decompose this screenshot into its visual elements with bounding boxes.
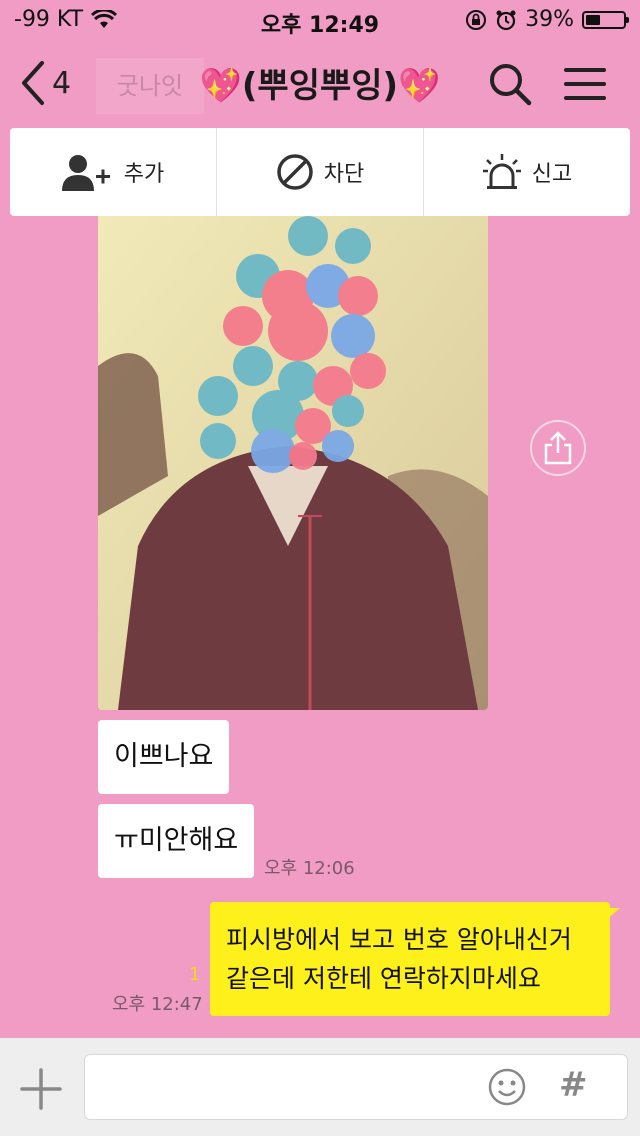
plus-icon[interactable] [20,1068,62,1110]
outgoing-message[interactable]: 피시방에서 보고 번호 알아내신거 같은데 저한테 연락하지마세요 [210,902,620,1016]
add-friend-label: 추가 [123,162,165,187]
input-bar: # [0,1038,640,1136]
block-icon [277,154,313,190]
search-icon[interactable] [488,62,532,106]
heart-emoji-right: 💖 [398,66,441,106]
message-timestamp: 오후 12:06 [264,858,355,879]
menu-icon[interactable] [562,66,608,102]
block-label: 차단 [323,162,365,187]
outgoing-timestamp: 오후 12:47 [112,994,203,1015]
hashtag-search-button[interactable]: # [559,1065,588,1105]
share-icon [544,431,572,465]
battery-percent: 39% [525,7,574,32]
status-right: 39% [465,7,629,32]
emoticon-icon[interactable] [487,1067,527,1107]
incoming-message-1[interactable]: 이쁘나요 [98,720,230,794]
chat-header: 굿나잇 4 💖(뿌잉뿌잉)💖 [0,40,640,126]
outgoing-line-2: 같은데 저한테 연락하지마세요 [226,964,541,993]
siren-icon [482,154,521,189]
rotation-lock-icon [466,9,487,30]
status-bar: -99 KT 오후 12:49 39% [0,0,640,40]
message-input-field[interactable]: # [84,1054,628,1120]
censored-selfie-image [98,216,488,710]
share-button[interactable] [530,420,586,476]
bubble-tail [606,908,620,920]
incoming-message-2[interactable]: ㅠ미안해요 [98,804,255,878]
add-friend-icon [61,155,110,191]
chat-title-text: (뿌잉뿌잉) [241,66,399,106]
alarm-icon [496,10,516,30]
battery-icon [582,10,629,29]
add-friend-button[interactable]: 추가 [10,128,217,216]
unread-indicator: 1 [189,964,201,985]
outgoing-line-1: 피시방에서 보고 번호 알아내신거 [226,925,572,954]
message-input[interactable] [99,1067,483,1109]
friend-action-bar: 추가 차단 신고 [10,128,630,216]
report-button[interactable]: 신고 [424,128,630,216]
heart-emoji-left: 💖 [199,66,242,106]
block-button[interactable]: 차단 [217,128,424,216]
photo-message[interactable] [98,216,488,710]
chat-title: 💖(뿌잉뿌잉)💖 [0,58,640,107]
report-label: 신고 [531,162,573,187]
